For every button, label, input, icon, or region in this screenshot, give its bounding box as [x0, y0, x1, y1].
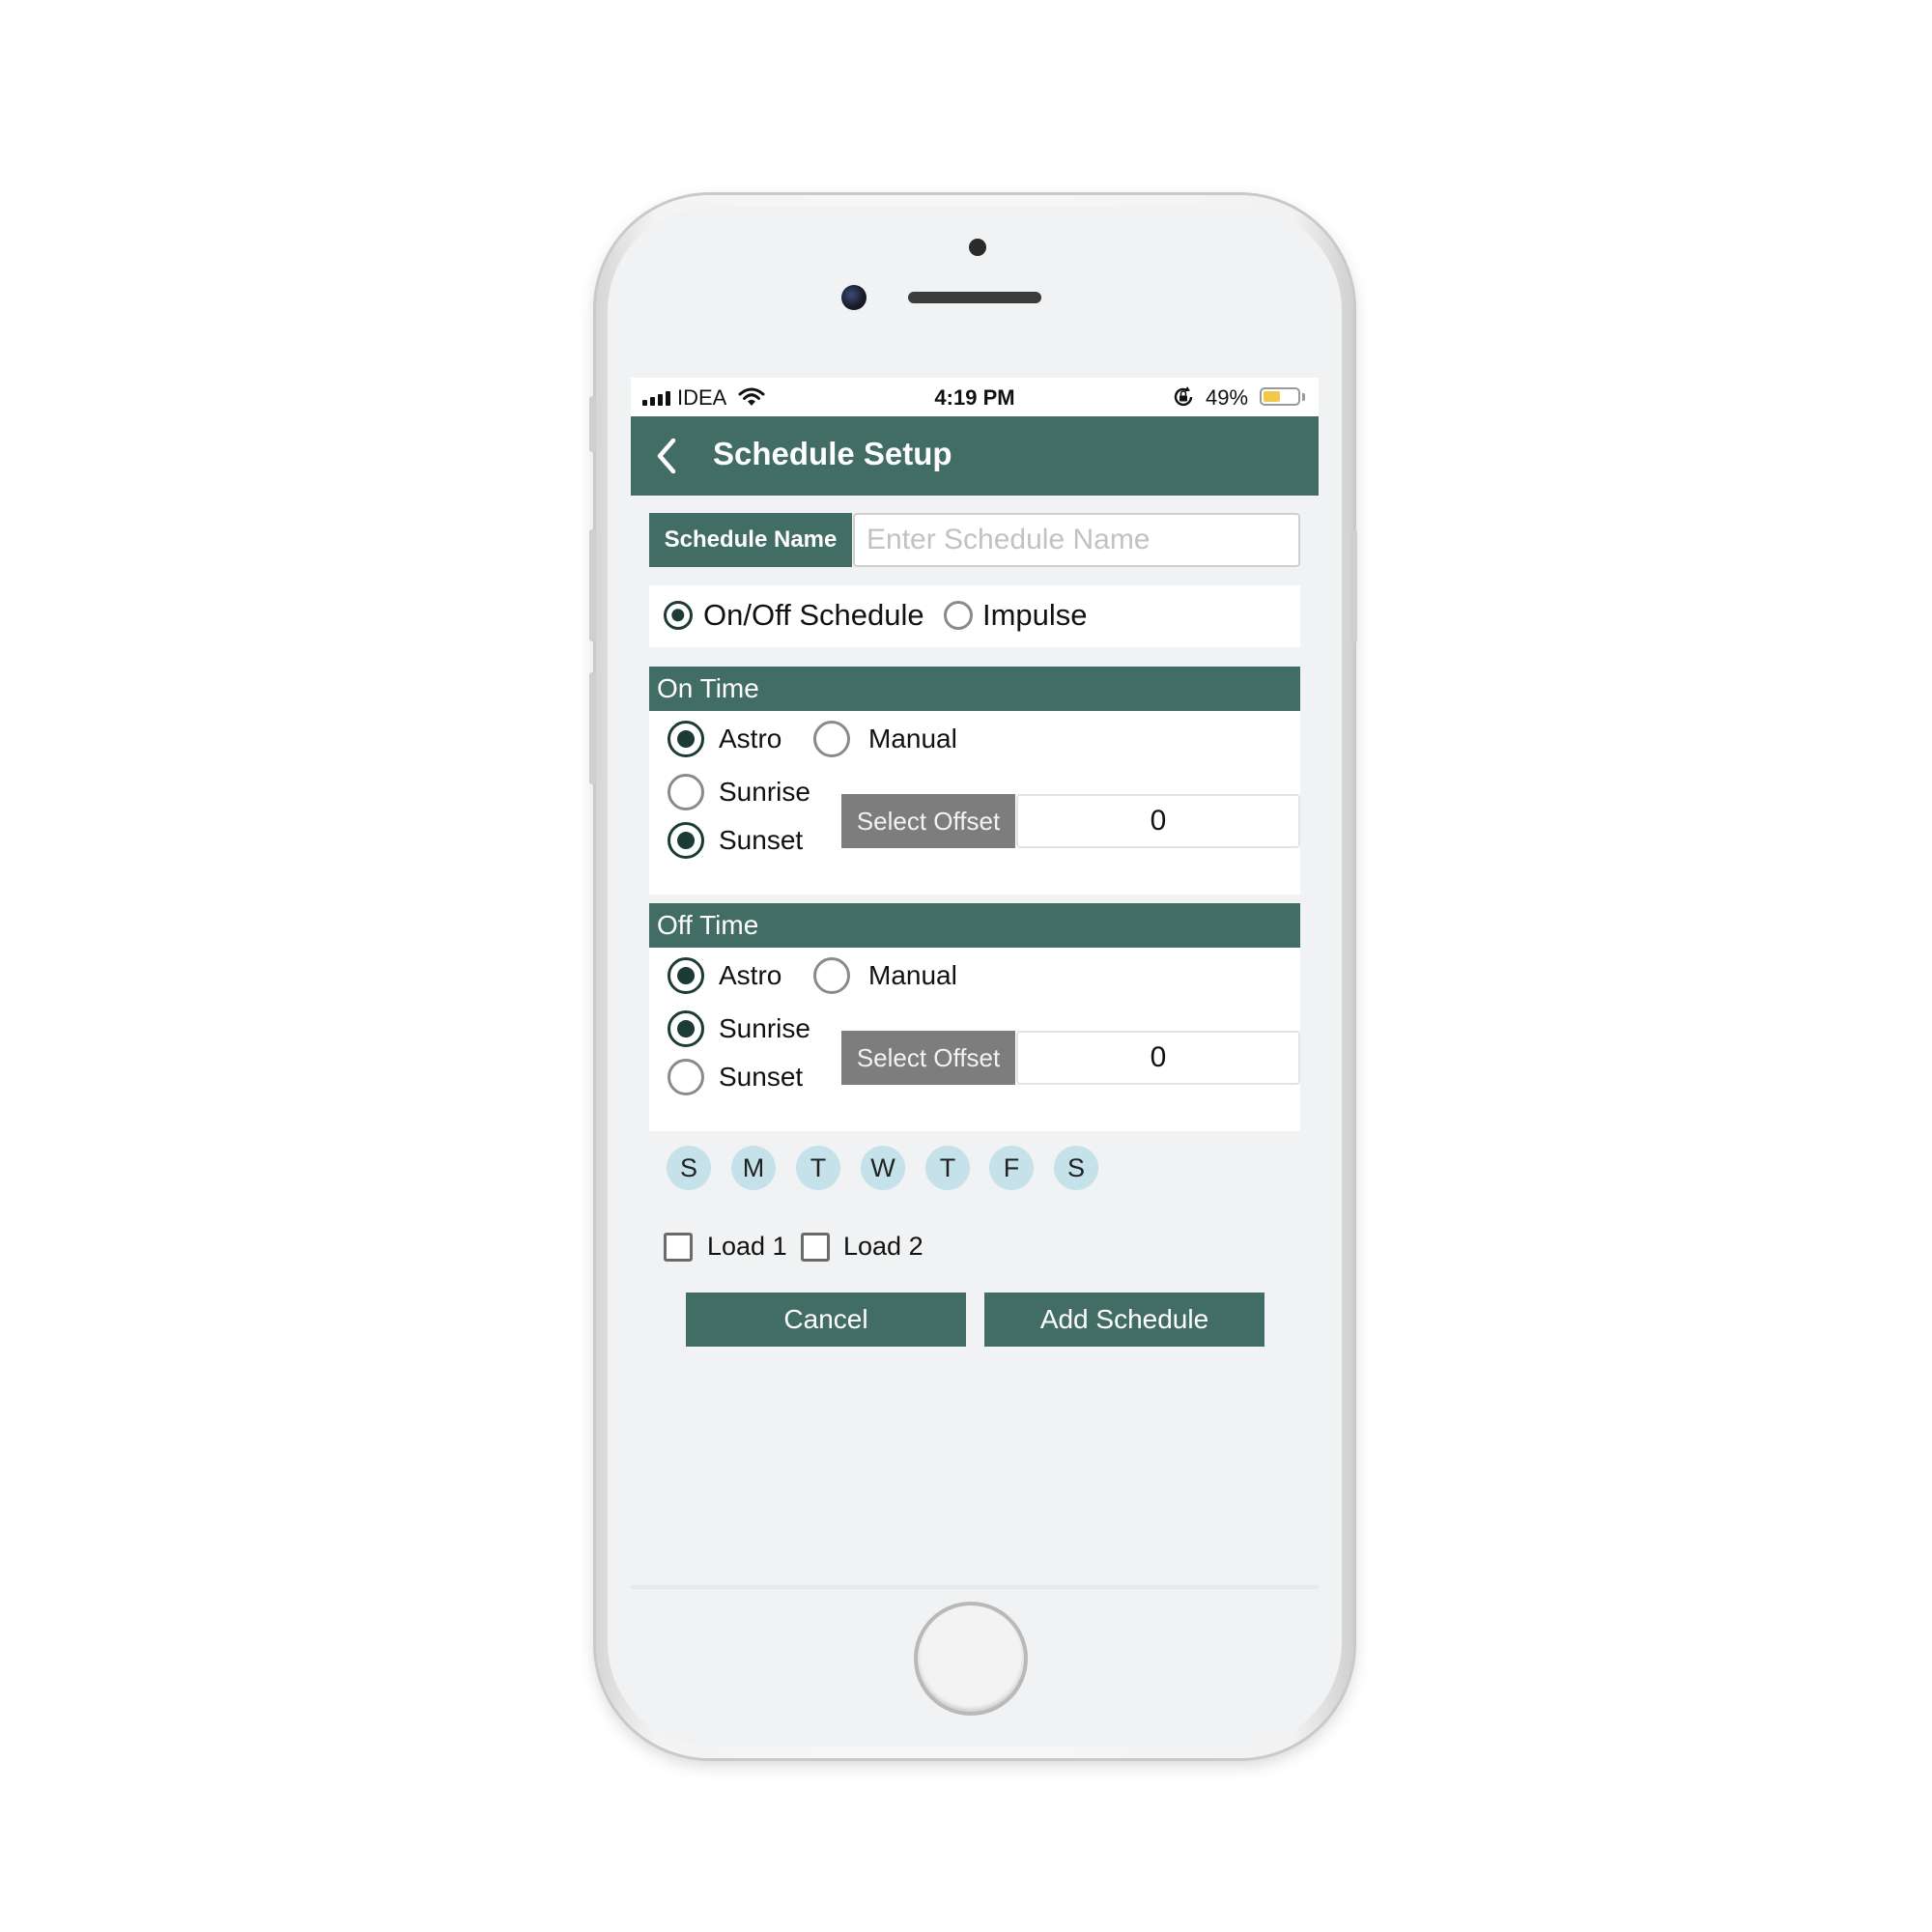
schedule-name-row: Schedule Name: [649, 513, 1300, 567]
off-sunset-label[interactable]: Sunset: [719, 1062, 803, 1093]
on-sunrise-label[interactable]: Sunrise: [719, 777, 810, 808]
cancel-button[interactable]: Cancel: [686, 1293, 966, 1347]
day-thursday[interactable]: T: [925, 1146, 970, 1190]
battery-level: [1264, 391, 1280, 402]
onoff-schedule-label[interactable]: On/Off Schedule: [703, 598, 924, 633]
on-astro-label[interactable]: Astro: [719, 724, 781, 754]
impulse-label[interactable]: Impulse: [982, 598, 1088, 633]
on-time-heading: On Time: [649, 667, 1300, 711]
on-astro-radio[interactable]: [668, 721, 704, 757]
off-time-heading: Off Time: [649, 903, 1300, 948]
add-schedule-button[interactable]: Add Schedule: [984, 1293, 1264, 1347]
load-1-checkbox[interactable]: [664, 1233, 693, 1262]
chevron-left-icon[interactable]: [648, 436, 685, 476]
off-time-section: Off Time Astro Manual Sunrise Sunset Sel…: [649, 903, 1300, 1131]
impulse-radio[interactable]: [944, 601, 973, 630]
volume-down-button: [589, 672, 596, 784]
off-sunrise-label[interactable]: Sunrise: [719, 1013, 810, 1044]
off-astro-radio[interactable]: [668, 957, 704, 994]
off-offset-value[interactable]: 0: [1016, 1031, 1300, 1085]
status-bar: IDEA 4:19 PM 49%: [631, 378, 1319, 416]
app-header: Schedule Setup: [631, 416, 1319, 496]
power-button: [1350, 529, 1357, 643]
load-1-label[interactable]: Load 1: [707, 1232, 787, 1262]
earpiece-speaker: [908, 292, 1041, 303]
off-sunset-radio[interactable]: [668, 1059, 704, 1095]
home-button[interactable]: [914, 1602, 1028, 1716]
orientation-lock-icon: [1172, 385, 1195, 414]
schedule-type-group: On/Off Schedule Impulse: [649, 585, 1300, 647]
schedule-name-label: Schedule Name: [649, 513, 852, 567]
on-sunrise-radio[interactable]: [668, 774, 704, 810]
off-manual-radio[interactable]: [813, 957, 850, 994]
off-select-offset-button[interactable]: Select Offset: [841, 1031, 1015, 1085]
day-sunday[interactable]: S: [667, 1146, 711, 1190]
on-time-section: On Time Astro Manual Sunrise Sunset Sele…: [649, 667, 1300, 895]
screen-bottom-edge: [631, 1585, 1319, 1589]
off-manual-label[interactable]: Manual: [868, 960, 957, 991]
battery-percent: 49%: [1206, 385, 1249, 410]
onoff-schedule-radio[interactable]: [664, 601, 693, 630]
volume-up-button: [589, 529, 596, 641]
load-2-label[interactable]: Load 2: [843, 1232, 923, 1262]
mute-switch: [589, 396, 596, 452]
off-astro-label[interactable]: Astro: [719, 960, 781, 991]
on-offset-value[interactable]: 0: [1016, 794, 1300, 848]
app-screen: IDEA 4:19 PM 49% Schedule Setup Schedule…: [631, 378, 1319, 1589]
battery-tip: [1302, 393, 1305, 401]
on-sunset-label[interactable]: Sunset: [719, 825, 803, 856]
on-select-offset-button[interactable]: Select Offset: [841, 794, 1015, 848]
day-friday[interactable]: F: [989, 1146, 1034, 1190]
on-manual-label[interactable]: Manual: [868, 724, 957, 754]
battery-icon: [1260, 387, 1300, 406]
off-sunrise-radio[interactable]: [668, 1010, 704, 1047]
schedule-name-input[interactable]: [853, 513, 1300, 567]
day-tuesday[interactable]: T: [796, 1146, 840, 1190]
proximity-sensor: [969, 239, 986, 256]
on-manual-radio[interactable]: [813, 721, 850, 757]
front-camera: [841, 285, 867, 310]
day-monday[interactable]: M: [731, 1146, 776, 1190]
load-2-checkbox[interactable]: [801, 1233, 830, 1262]
day-saturday[interactable]: S: [1054, 1146, 1098, 1190]
on-sunset-radio[interactable]: [668, 822, 704, 859]
page-title: Schedule Setup: [713, 436, 952, 471]
day-wednesday[interactable]: W: [861, 1146, 905, 1190]
